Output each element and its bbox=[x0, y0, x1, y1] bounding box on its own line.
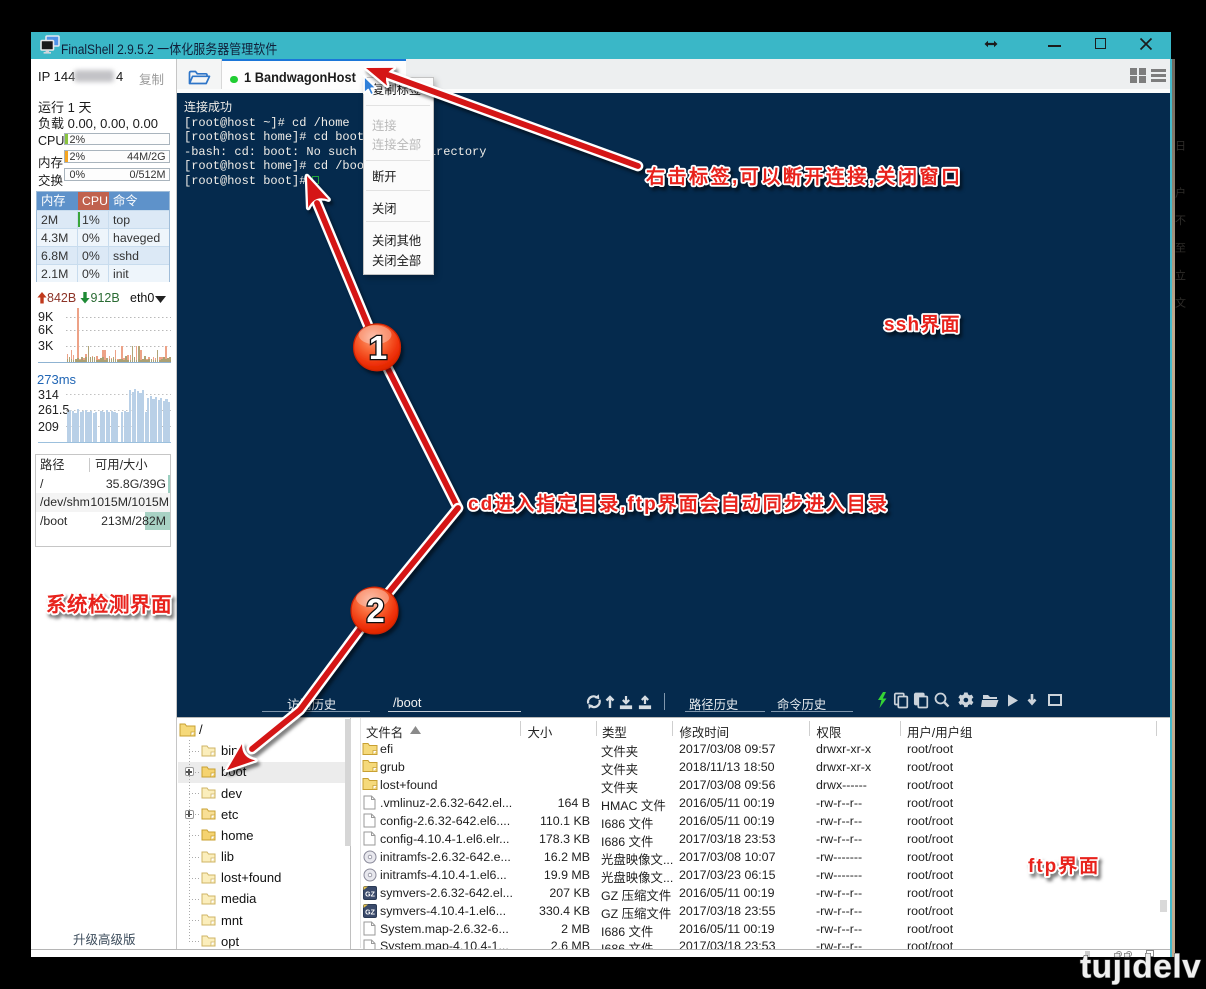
svg-text:tujidelv: tujidelv bbox=[1080, 949, 1201, 986]
svg-text:GZ: GZ bbox=[365, 909, 375, 916]
svg-text:GZ: GZ bbox=[365, 891, 375, 898]
